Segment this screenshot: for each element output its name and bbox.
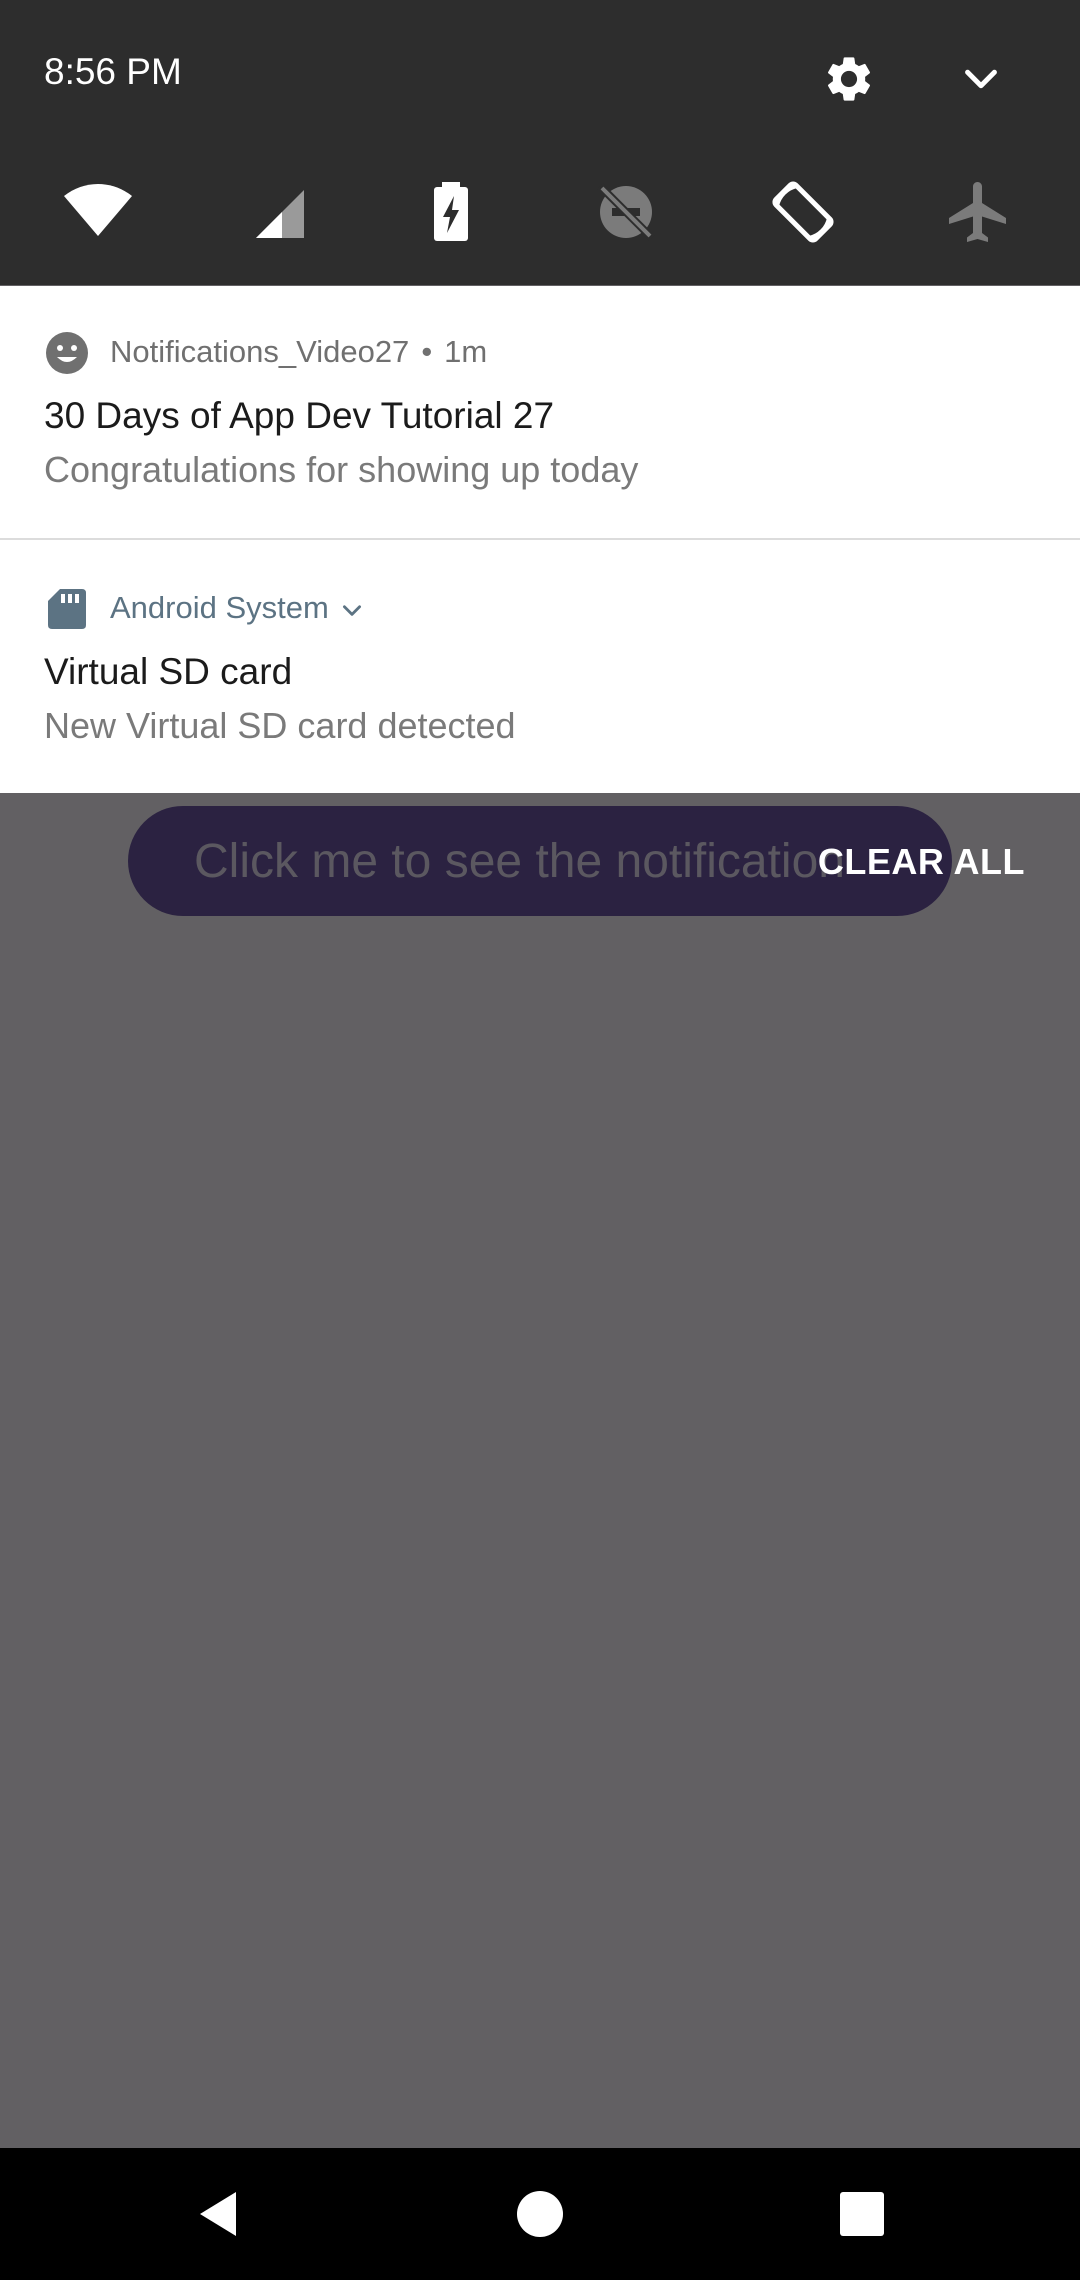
header-separator: • (421, 334, 433, 369)
airplane-mode-icon[interactable] (943, 176, 1015, 248)
home-icon[interactable] (512, 2186, 568, 2242)
cellular-signal-icon[interactable] (240, 176, 312, 248)
notification-time: 1m (444, 334, 488, 369)
wifi-icon[interactable] (62, 176, 134, 248)
do-not-disturb-icon[interactable] (590, 176, 662, 248)
battery-saver-icon[interactable] (415, 176, 487, 248)
app-name: Android System (110, 590, 329, 625)
quick-settings-header: 8:56 PM (0, 0, 1080, 285)
notification-sd-card[interactable]: Android System Virtual SD card New Virtu… (0, 540, 1080, 793)
recents-icon[interactable] (834, 2186, 890, 2242)
app-name: Notifications_Video27 (110, 334, 410, 369)
auto-rotate-icon[interactable] (767, 176, 839, 248)
notification-header: Notifications_Video27 • 1m (110, 332, 487, 372)
back-icon[interactable] (192, 2186, 248, 2242)
notification-text: New Virtual SD card detected (44, 705, 516, 746)
sd-card-icon (44, 586, 90, 632)
status-time: 8:56 PM (44, 51, 182, 92)
notification-title: Virtual SD card (44, 651, 293, 692)
notification-text: Congratulations for showing up today (44, 449, 639, 490)
navigation-bar (0, 2148, 1080, 2280)
settings-gear-icon[interactable] (822, 52, 876, 106)
smiley-icon (44, 330, 90, 376)
chevron-down-icon[interactable] (339, 597, 365, 623)
notification-tutorial[interactable]: Notifications_Video27 • 1m 30 Days of App … (0, 286, 1080, 538)
notification-title: 30 Days of App Dev Tutorial 27 (44, 395, 555, 436)
notification-header: Android System (110, 588, 365, 628)
clear-all-button[interactable]: CLEAR ALL (818, 838, 1025, 886)
expand-chevron-down-icon[interactable] (958, 56, 1004, 102)
show-notification-button-label: Click me to see the notification (194, 835, 845, 888)
